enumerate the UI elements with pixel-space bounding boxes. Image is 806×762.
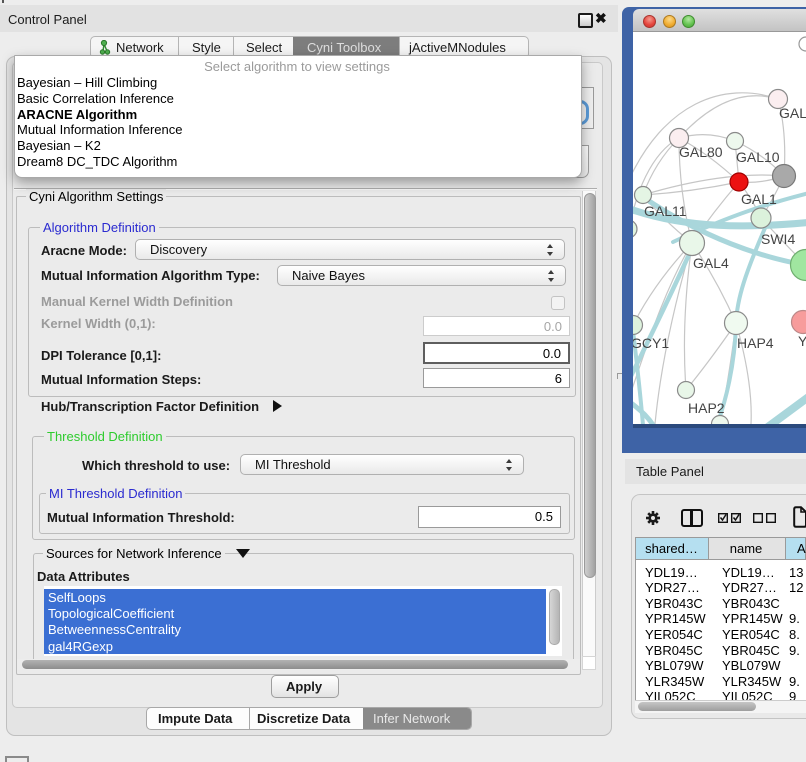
svg-text:GAL10: GAL10: [736, 149, 780, 165]
svg-text:SWI4: SWI4: [761, 231, 795, 247]
svg-text:HAP2: HAP2: [688, 400, 725, 416]
svg-text:Y: Y: [798, 333, 806, 349]
svg-text:GAL1: GAL1: [741, 191, 777, 207]
svg-text:GAL80: GAL80: [679, 144, 723, 160]
svg-text:GCY1: GCY1: [633, 335, 669, 351]
svg-text:GAL11: GAL11: [644, 203, 687, 219]
svg-text:GAL: GAL: [779, 105, 806, 121]
svg-text:HAP4: HAP4: [737, 335, 774, 351]
svg-text:GAL4: GAL4: [693, 255, 729, 271]
